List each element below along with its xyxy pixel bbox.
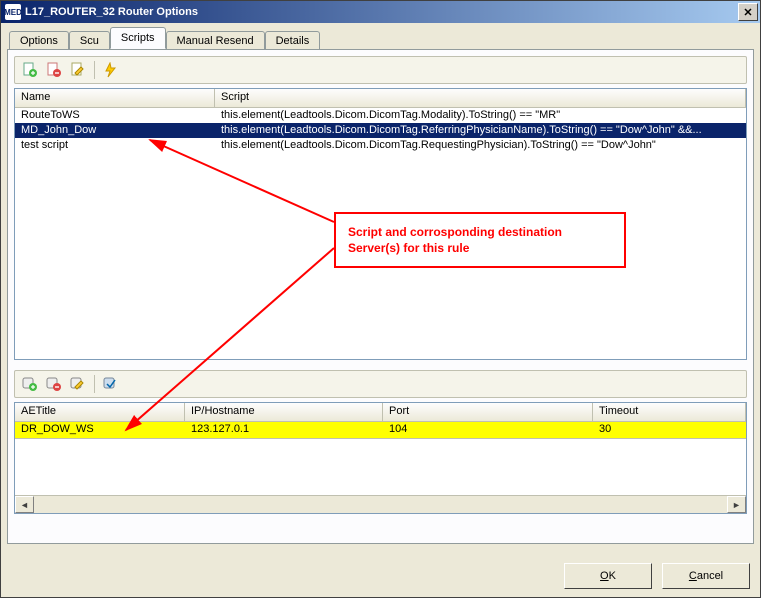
- dest-timeout-cell: 30: [593, 422, 746, 438]
- scripts-toolbar: [14, 56, 747, 84]
- ok-label-rest: K: [609, 570, 616, 582]
- page-add-icon: [22, 62, 38, 78]
- toolbar-separator: [94, 375, 95, 393]
- annotation-line2: Server(s) for this rule: [348, 240, 612, 256]
- server-check-icon: [103, 376, 119, 392]
- horizontal-scrollbar[interactable]: ◄ ►: [15, 495, 746, 513]
- dest-col-header-port[interactable]: Port: [383, 403, 593, 421]
- scripts-col-header-name[interactable]: Name: [15, 89, 215, 107]
- script-body-cell: this.element(Leadtools.Dicom.DicomTag.Re…: [215, 123, 746, 138]
- page-edit-icon: [70, 62, 86, 78]
- scripts-col-header-script[interactable]: Script: [215, 89, 746, 107]
- script-body-cell: this.element(Leadtools.Dicom.DicomTag.Re…: [215, 138, 746, 153]
- script-row[interactable]: test script this.element(Leadtools.Dicom…: [15, 138, 746, 153]
- cancel-accel: C: [689, 570, 697, 582]
- script-row[interactable]: MD_John_Dow this.element(Leadtools.Dicom…: [15, 123, 746, 138]
- destination-row[interactable]: DR_DOW_WS 123.127.0.1 104 30: [15, 422, 746, 439]
- app-icon: MED: [5, 4, 21, 20]
- tab-options[interactable]: Options: [9, 31, 69, 50]
- add-destination-button[interactable]: [19, 373, 41, 395]
- tab-scripts[interactable]: Scripts: [110, 27, 166, 49]
- destinations-grid[interactable]: AETitle IP/Hostname Port Timeout DR_DOW_…: [14, 402, 747, 514]
- server-edit-icon: [70, 376, 86, 392]
- script-name-cell: test script: [15, 138, 215, 153]
- annotation-callout: Script and corrosponding destination Ser…: [334, 212, 626, 268]
- router-options-window: MED L17_ROUTER_32 Router Options ✕ Optio…: [0, 0, 761, 598]
- script-name-cell: RouteToWS: [15, 108, 215, 123]
- titlebar: MED L17_ROUTER_32 Router Options ✕: [1, 1, 760, 23]
- dest-col-header-timeout[interactable]: Timeout: [593, 403, 746, 421]
- tab-manual-resend[interactable]: Manual Resend: [166, 31, 265, 50]
- scripts-panel: Name Script RouteToWS this.element(Leadt…: [7, 49, 754, 544]
- close-icon[interactable]: ✕: [738, 3, 758, 21]
- dest-col-header-aetitle[interactable]: AETitle: [15, 403, 185, 421]
- script-name-cell: MD_John_Dow: [15, 123, 215, 138]
- dest-ip-cell: 123.127.0.1: [185, 422, 383, 438]
- dest-col-header-ip[interactable]: IP/Hostname: [185, 403, 383, 421]
- cancel-button[interactable]: Cancel: [662, 563, 750, 589]
- tab-strip: Options Scu Scripts Manual Resend Detail…: [9, 27, 754, 49]
- ok-accel: O: [600, 570, 609, 582]
- run-script-button[interactable]: [100, 59, 122, 81]
- cancel-label-rest: ancel: [697, 570, 723, 582]
- delete-destination-button[interactable]: [43, 373, 65, 395]
- script-body-cell: this.element(Leadtools.Dicom.DicomTag.Mo…: [215, 108, 746, 123]
- server-delete-icon: [46, 376, 62, 392]
- delete-script-button[interactable]: [43, 59, 65, 81]
- tab-scu[interactable]: Scu: [69, 31, 110, 50]
- dialog-button-row: OK Cancel: [564, 563, 750, 589]
- ok-button[interactable]: OK: [564, 563, 652, 589]
- annotation-line1: Script and corrosponding destination: [348, 224, 612, 240]
- scroll-left-icon[interactable]: ◄: [15, 496, 34, 513]
- window-title: L17_ROUTER_32 Router Options: [25, 6, 738, 18]
- page-delete-icon: [46, 62, 62, 78]
- lightning-icon: [103, 62, 119, 78]
- tab-details[interactable]: Details: [265, 31, 321, 50]
- server-add-icon: [22, 376, 38, 392]
- script-row[interactable]: RouteToWS this.element(Leadtools.Dicom.D…: [15, 108, 746, 123]
- destinations-toolbar: [14, 370, 747, 398]
- dest-aetitle-cell: DR_DOW_WS: [15, 422, 185, 438]
- edit-destination-button[interactable]: [67, 373, 89, 395]
- dest-port-cell: 104: [383, 422, 593, 438]
- edit-script-button[interactable]: [67, 59, 89, 81]
- scroll-right-icon[interactable]: ►: [727, 496, 746, 513]
- verify-destination-button[interactable]: [100, 373, 122, 395]
- add-script-button[interactable]: [19, 59, 41, 81]
- toolbar-separator: [94, 61, 95, 79]
